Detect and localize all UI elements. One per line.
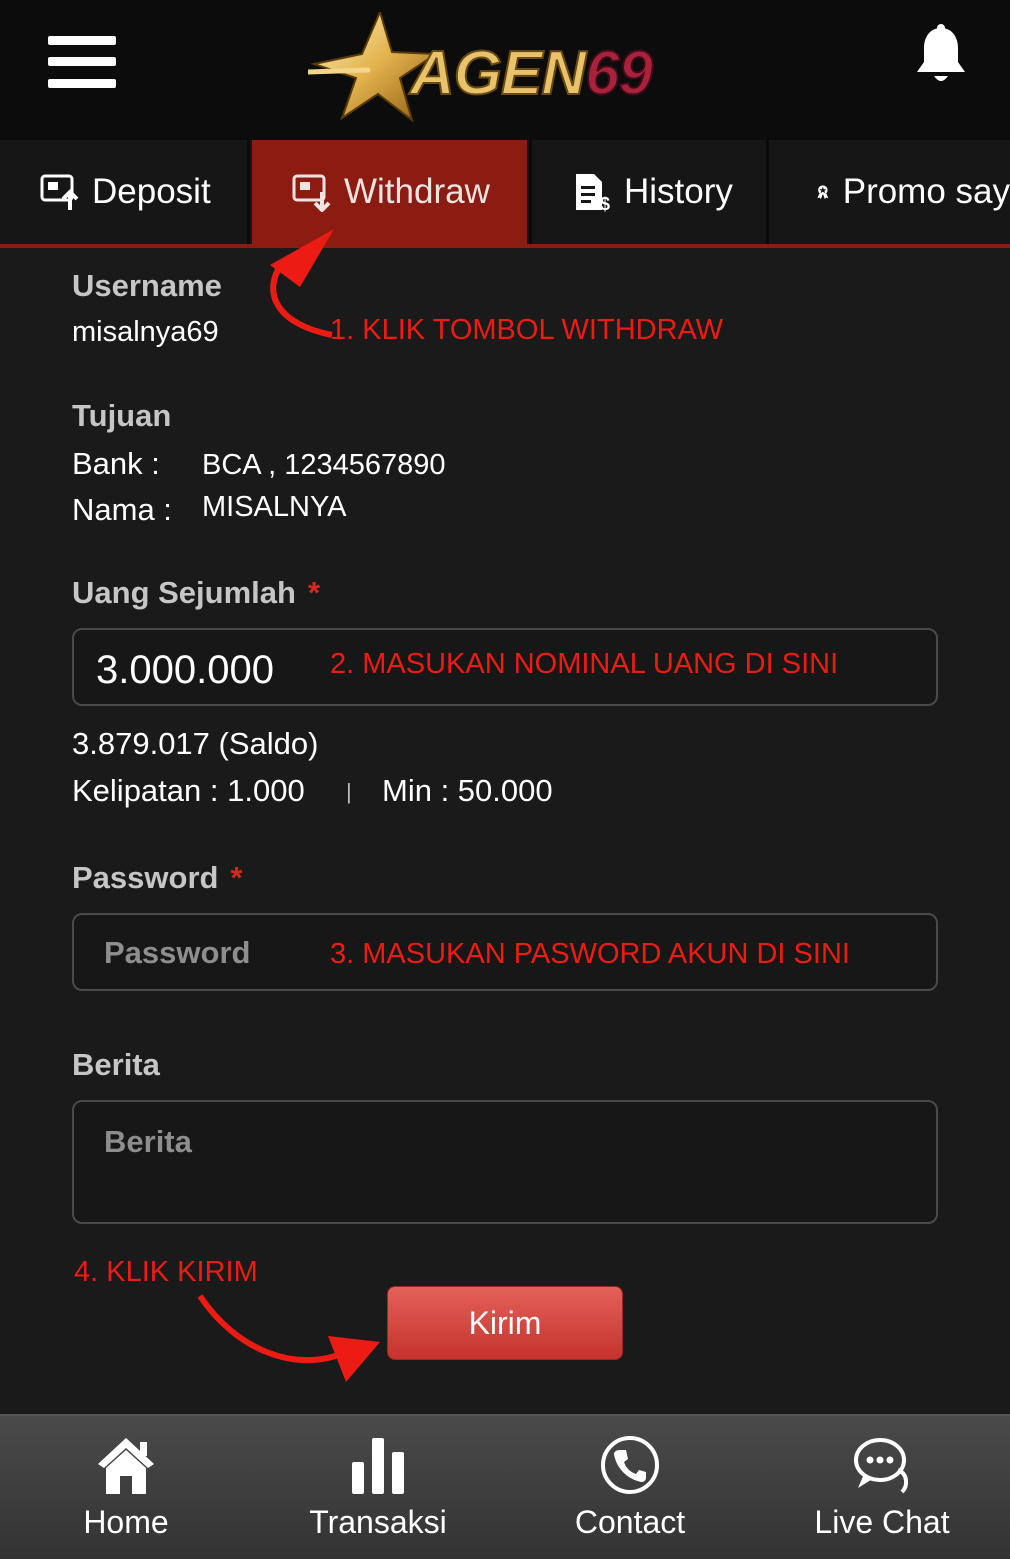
username-label: Username	[72, 268, 222, 303]
tab-withdraw-label: Withdraw	[344, 172, 490, 211]
nav-home-label: Home	[83, 1504, 169, 1540]
tab-history[interactable]: $ History	[529, 140, 769, 244]
nav-live-chat-label: Live Chat	[814, 1504, 950, 1540]
nav-home[interactable]: Home	[0, 1416, 252, 1559]
withdraw-icon	[292, 174, 331, 212]
nav-contact[interactable]: Contact	[504, 1416, 756, 1559]
berita-label: Berita	[72, 1047, 160, 1082]
agen69-logo[interactable]: AGEN69	[305, 9, 718, 124]
transaction-tabs: Deposit Withdraw $ History Promo say	[0, 140, 1010, 248]
kirim-button[interactable]: Kirim	[387, 1286, 623, 1360]
berita-placeholder: Berita	[104, 1124, 192, 1159]
phone-icon	[601, 1436, 659, 1494]
tab-history-label: History	[624, 172, 733, 211]
kelipatan-text: Kelipatan : 1.000	[72, 773, 305, 808]
tab-promo[interactable]: Promo say	[771, 140, 1010, 244]
bell-icon[interactable]	[912, 24, 970, 86]
tujuan-label: Tujuan	[72, 398, 172, 433]
nama-label: Nama :	[72, 492, 172, 527]
chat-icon	[854, 1438, 909, 1494]
bank-label: Bank :	[72, 446, 160, 481]
amount-input-value: 3.000.000	[96, 648, 274, 692]
required-asterisk: *	[307, 575, 321, 610]
tab-deposit-label: Deposit	[92, 172, 211, 211]
nav-live-chat[interactable]: Live Chat	[756, 1416, 1008, 1559]
nav-transaksi[interactable]: Transaksi	[252, 1416, 504, 1559]
min-text: Min : 50.000	[382, 773, 553, 808]
deposit-icon	[40, 174, 79, 210]
amount-label: Uang Sejumlah *	[72, 575, 321, 610]
nav-contact-label: Contact	[574, 1504, 686, 1540]
password-label: Password *	[72, 860, 243, 895]
berita-textarea[interactable]: Berita	[72, 1100, 938, 1224]
annotation-step-1: 1. KLIK TOMBOL WITHDRAW	[330, 314, 724, 346]
separator: |	[346, 779, 352, 804]
hamburger-icon[interactable]	[48, 36, 116, 88]
annotation-step-3: 3. MASUKAN PASWORD AKUN DI SINI	[330, 938, 850, 970]
promo-badge-icon	[817, 185, 829, 200]
tab-deposit[interactable]: Deposit	[0, 140, 250, 244]
saldo-text: 3.879.017 (Saldo)	[72, 726, 319, 761]
password-placeholder: Password	[104, 935, 251, 970]
tab-promo-label: Promo say	[842, 172, 1010, 211]
annotation-arrow-4	[197, 1294, 380, 1382]
bank-value: BCA , 1234567890	[202, 449, 446, 481]
bar-chart-icon	[352, 1438, 404, 1494]
nama-value: MISALNYA	[202, 491, 347, 523]
annotation-step-4: 4. KLIK KIRIM	[74, 1256, 258, 1288]
svg-text:$: $	[600, 194, 610, 212]
history-icon: $	[576, 174, 610, 212]
home-icon	[98, 1438, 154, 1494]
bottom-navigation: Home Transaksi Contact Live Chat	[0, 1414, 1010, 1559]
nav-transaksi-label: Transaksi	[309, 1504, 447, 1540]
logo-wordmark: AGEN69	[409, 38, 654, 109]
app-header: AGEN69	[0, 0, 1010, 140]
annotation-step-2: 2. MASUKAN NOMINAL UANG DI SINI	[330, 648, 839, 680]
required-asterisk: *	[230, 860, 243, 895]
username-value: misalnya69	[72, 316, 219, 348]
